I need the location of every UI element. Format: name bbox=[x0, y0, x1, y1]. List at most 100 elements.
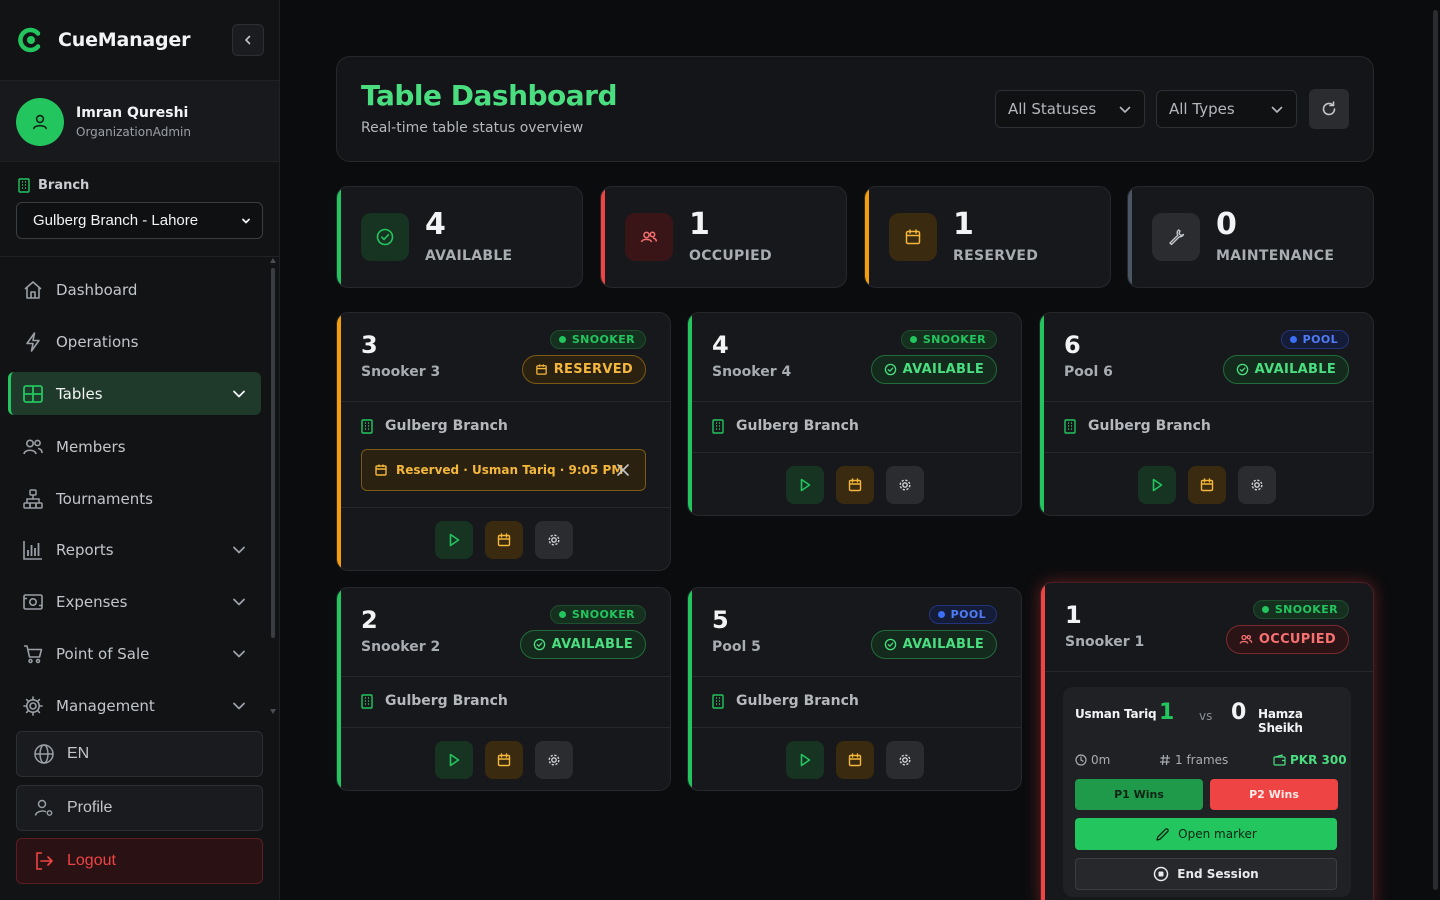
start-session-button[interactable] bbox=[434, 521, 473, 559]
start-session-button[interactable] bbox=[785, 466, 824, 504]
status-filter-select[interactable]: All Statuses bbox=[995, 90, 1145, 128]
hash-icon bbox=[1160, 754, 1170, 766]
nav-item-members[interactable]: Members bbox=[8, 425, 261, 468]
users-icon bbox=[22, 436, 44, 458]
table-name: Pool 6 bbox=[1064, 364, 1113, 380]
refresh-button[interactable] bbox=[1309, 89, 1349, 129]
table-number: 4 bbox=[712, 331, 729, 359]
type-dot bbox=[909, 336, 917, 343]
end-session-button[interactable]: End Session bbox=[1075, 858, 1337, 890]
user-settings-icon bbox=[34, 799, 53, 816]
branch-row: Gulberg Branch bbox=[712, 693, 859, 709]
logout-button[interactable]: Logout bbox=[16, 838, 263, 884]
table-actions bbox=[1040, 466, 1373, 504]
page-scrollbar[interactable] bbox=[1430, 0, 1440, 900]
user-icon bbox=[33, 114, 47, 130]
nav-scrollbar-thumb[interactable] bbox=[271, 268, 275, 638]
type-badge-label: SNOOKER bbox=[571, 333, 635, 346]
type-dot bbox=[558, 336, 566, 343]
collapse-sidebar-button[interactable] bbox=[232, 24, 264, 56]
reservation-text: Reserved · Usman Tariq · 9:05 PM bbox=[396, 463, 624, 477]
table-card-pool-5[interactable]: 5 Pool 5 POOL AVAILABLE Gulberg Branch bbox=[687, 587, 1022, 791]
nav-label-management: Management bbox=[56, 696, 155, 715]
table-number: 6 bbox=[1064, 331, 1081, 359]
table-name: Snooker 4 bbox=[712, 364, 792, 380]
table-name: Pool 5 bbox=[712, 639, 761, 655]
branch-select[interactable]: Gulberg Branch - Lahore bbox=[16, 202, 263, 239]
table-settings-button[interactable] bbox=[534, 741, 573, 779]
nav-item-expenses[interactable]: Expenses bbox=[8, 580, 261, 623]
table-actions bbox=[337, 521, 670, 559]
stat-card-reserved[interactable]: 1 RESERVED bbox=[864, 186, 1111, 288]
stat-card-occupied[interactable]: 1 OCCUPIED bbox=[600, 186, 847, 288]
pencil-icon bbox=[1156, 827, 1169, 841]
check-circle-icon bbox=[884, 638, 896, 651]
bar-chart-icon bbox=[22, 539, 44, 561]
branch-name: Gulberg Branch bbox=[736, 418, 859, 434]
reserve-button[interactable] bbox=[484, 741, 523, 779]
open-marker-button[interactable]: Open marker bbox=[1075, 818, 1337, 850]
building-icon bbox=[18, 178, 30, 193]
nav-item-reports[interactable]: Reports bbox=[8, 528, 261, 571]
nav-item-dashboard[interactable]: Dashboard bbox=[8, 268, 261, 311]
main-nav: Dashboard Operations Tables Members Tour… bbox=[0, 264, 279, 716]
close-icon[interactable] bbox=[615, 462, 631, 478]
table-settings-button[interactable] bbox=[885, 466, 924, 504]
open-marker-label: Open marker bbox=[1178, 827, 1257, 841]
nav-item-operations[interactable]: Operations bbox=[8, 320, 261, 363]
reserve-button[interactable] bbox=[835, 741, 874, 779]
table-number: 2 bbox=[361, 606, 378, 634]
profile-button[interactable]: Profile bbox=[16, 785, 263, 831]
type-filter-select[interactable]: All Types bbox=[1156, 90, 1297, 128]
table-card-snooker-1[interactable]: 1 Snooker 1 SNOOKER OCCUPIED Usman Tariq… bbox=[1040, 582, 1374, 900]
stat-accent-bar bbox=[1128, 187, 1132, 287]
page-scrollbar-thumb[interactable] bbox=[1433, 10, 1438, 890]
stat-count: 1 bbox=[689, 207, 710, 242]
start-session-button[interactable] bbox=[1137, 466, 1176, 504]
stat-card-maintenance[interactable]: 0 MAINTENANCE bbox=[1127, 186, 1374, 288]
cart-icon bbox=[22, 643, 44, 665]
nav-item-tournaments[interactable]: Tournaments bbox=[8, 477, 261, 520]
start-session-button[interactable] bbox=[434, 741, 473, 779]
reserve-button[interactable] bbox=[835, 466, 874, 504]
reserve-button[interactable] bbox=[1187, 466, 1226, 504]
start-session-button[interactable] bbox=[785, 741, 824, 779]
profile-label: Profile bbox=[67, 799, 113, 816]
stat-card-available[interactable]: 4 AVAILABLE bbox=[336, 186, 583, 288]
branch-name: Gulberg Branch bbox=[385, 693, 508, 709]
type-badge-label: POOL bbox=[1302, 333, 1338, 346]
card-divider bbox=[341, 401, 670, 402]
reservation-strip: Reserved · Usman Tariq · 9:05 PM bbox=[361, 449, 646, 491]
language-button[interactable]: EN bbox=[16, 731, 263, 777]
calendar-icon bbox=[497, 533, 510, 547]
table-card-pool-6[interactable]: 6 Pool 6 POOL AVAILABLE Gulberg Branch bbox=[1039, 312, 1374, 516]
nav-item-tables[interactable]: Tables bbox=[8, 372, 261, 415]
type-badge: SNOOKER bbox=[549, 330, 646, 349]
session-frames: 1 frames bbox=[1159, 753, 1228, 767]
play-icon bbox=[800, 753, 810, 767]
user-role: OrganizationAdmin bbox=[76, 125, 191, 139]
table-settings-button[interactable] bbox=[534, 521, 573, 559]
status-filter-value: All Statuses bbox=[1008, 100, 1097, 118]
stat-label: OCCUPIED bbox=[689, 248, 772, 264]
nav-item-management[interactable]: Management bbox=[8, 684, 261, 716]
reserve-button[interactable] bbox=[484, 521, 523, 559]
table-card-snooker-4[interactable]: 4 Snooker 4 SNOOKER AVAILABLE Gulberg Br… bbox=[687, 312, 1022, 516]
table-settings-button[interactable] bbox=[1237, 466, 1276, 504]
branch-row: Gulberg Branch bbox=[361, 418, 508, 434]
nav-item-point-of-sale[interactable]: Point of Sale bbox=[8, 632, 261, 675]
table-actions bbox=[688, 741, 1021, 779]
branch-name: Gulberg Branch bbox=[385, 418, 508, 434]
table-card-snooker-3[interactable]: 3 Snooker 3 SNOOKER RESERVED Gulberg Bra… bbox=[336, 312, 671, 571]
nav-label-expenses: Expenses bbox=[56, 592, 128, 611]
p2-wins-button[interactable]: P2 Wins bbox=[1210, 779, 1338, 810]
avatar[interactable] bbox=[16, 98, 64, 146]
page-subtitle: Real-time table status overview bbox=[361, 120, 584, 136]
table-settings-button[interactable] bbox=[885, 741, 924, 779]
table-name: Snooker 1 bbox=[1065, 634, 1145, 650]
stat-label: RESERVED bbox=[953, 248, 1039, 264]
table-card-snooker-2[interactable]: 2 Snooker 2 SNOOKER AVAILABLE Gulberg Br… bbox=[336, 587, 671, 791]
check-circle-icon bbox=[361, 213, 409, 261]
p1-wins-button[interactable]: P1 Wins bbox=[1075, 779, 1203, 810]
calendar-icon bbox=[535, 364, 547, 375]
